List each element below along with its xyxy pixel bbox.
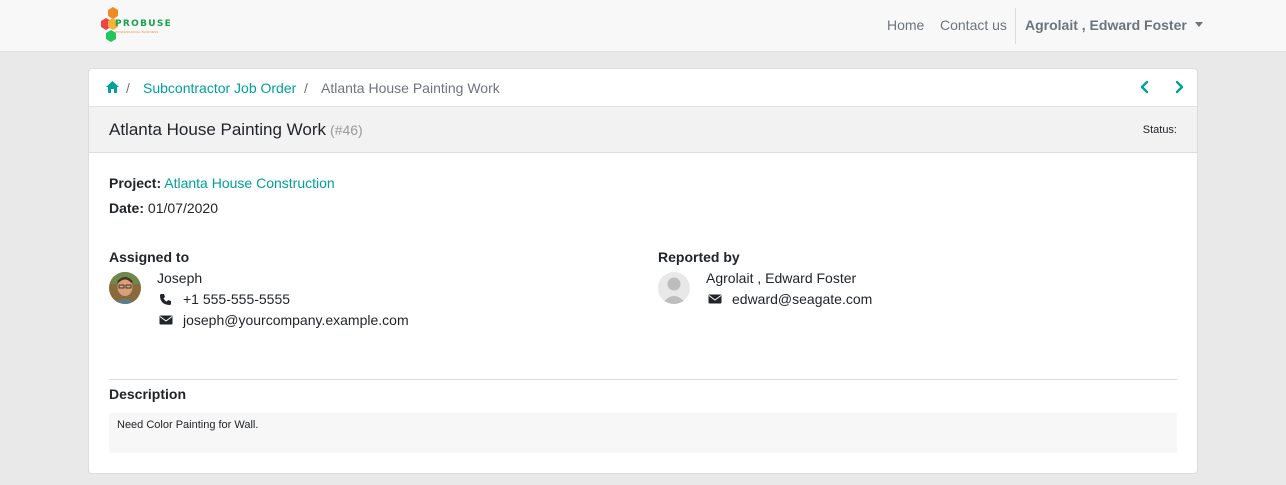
envelope-icon: [708, 294, 722, 304]
project-field: Project: Atlanta House Construction: [109, 175, 335, 191]
assigned-phone: +1 555-555-5555: [183, 291, 291, 307]
chevron-right-icon[interactable]: [1172, 80, 1186, 94]
envelope-icon: [159, 315, 173, 325]
project-label: Project:: [109, 175, 162, 191]
date-value: 01/07/2020: [147, 200, 218, 216]
description-heading: Description: [109, 386, 187, 402]
avatar: [109, 272, 141, 304]
nav-contact-link[interactable]: Contact us: [940, 17, 1007, 33]
page-title: Atlanta House Painting Work (#46): [109, 120, 363, 140]
section-divider: [109, 379, 1177, 380]
default-user-avatar-icon: [658, 272, 690, 304]
reported-email[interactable]: edward@seagate.com: [732, 291, 872, 307]
description-box: Need Color Painting for Wall.: [109, 413, 1177, 453]
breadcrumb-separator: /: [304, 80, 308, 96]
assigned-name: Joseph: [157, 270, 203, 286]
assigned-email[interactable]: joseph@yourcompany.example.com: [183, 312, 409, 328]
logo-subtext: PROFESSIONAL BUSINESS: [115, 30, 159, 34]
job-order-card: / Subcontractor Job Order / Atlanta Hous…: [88, 68, 1198, 474]
home-icon[interactable]: [106, 81, 119, 93]
date-label: Date:: [109, 200, 145, 216]
logo-text: PROBUSE: [115, 19, 173, 29]
user-menu-dropdown[interactable]: Agrolait , Edward Foster: [1025, 17, 1203, 33]
date-field: Date: 01/07/2020: [109, 200, 218, 216]
assigned-avatar-photo: [109, 272, 141, 304]
company-logo[interactable]: PROBUSE PROFESSIONAL BUSINESS: [99, 6, 175, 46]
nav-divider: [1015, 8, 1016, 44]
record-reference: (#46): [330, 122, 363, 138]
breadcrumb: / Subcontractor Job Order / Atlanta Hous…: [89, 69, 1197, 107]
breadcrumb-current: Atlanta House Painting Work: [321, 80, 500, 96]
description-text: Need Color Painting for Wall.: [117, 419, 259, 431]
reported-heading: Reported by: [658, 249, 740, 265]
assigned-heading: Assigned to: [109, 249, 190, 265]
top-navbar: PROBUSE PROFESSIONAL BUSINESS Home Conta…: [0, 0, 1286, 52]
record-title: Atlanta House Painting Work: [109, 120, 327, 139]
chevron-left-icon[interactable]: [1138, 80, 1152, 94]
status-label: Status:: [1142, 124, 1177, 136]
avatar: [658, 272, 690, 304]
caret-down-icon: [1194, 22, 1203, 27]
breadcrumb-separator: /: [126, 80, 130, 96]
record-header: Atlanta House Painting Work (#46) Status:: [89, 107, 1197, 153]
user-menu-label: Agrolait , Edward Foster: [1025, 17, 1187, 33]
phone-icon: [160, 294, 171, 305]
nav-home-link[interactable]: Home: [887, 17, 924, 33]
breadcrumb-subcontractor-link[interactable]: Subcontractor Job Order: [143, 80, 296, 96]
project-link[interactable]: Atlanta House Construction: [164, 175, 334, 191]
reported-name: Agrolait , Edward Foster: [706, 270, 857, 286]
